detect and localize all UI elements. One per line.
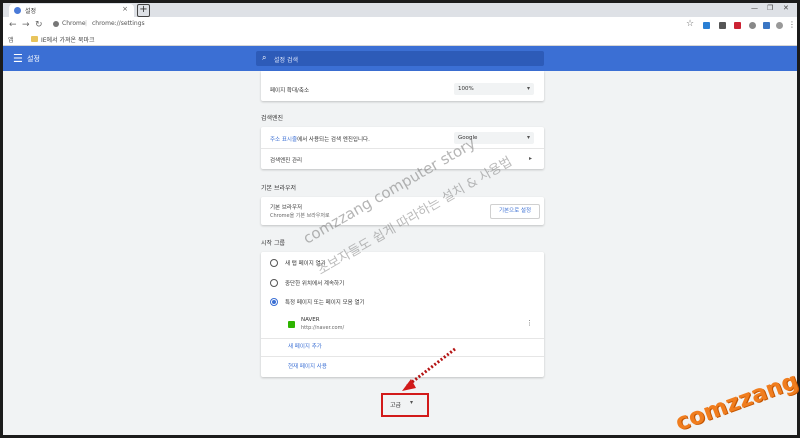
chevron-down-icon[interactable]: ▾ xyxy=(410,399,413,406)
advanced-highlight: 고급 ▾ xyxy=(381,393,429,417)
advanced-button[interactable]: 고급 xyxy=(390,400,401,409)
